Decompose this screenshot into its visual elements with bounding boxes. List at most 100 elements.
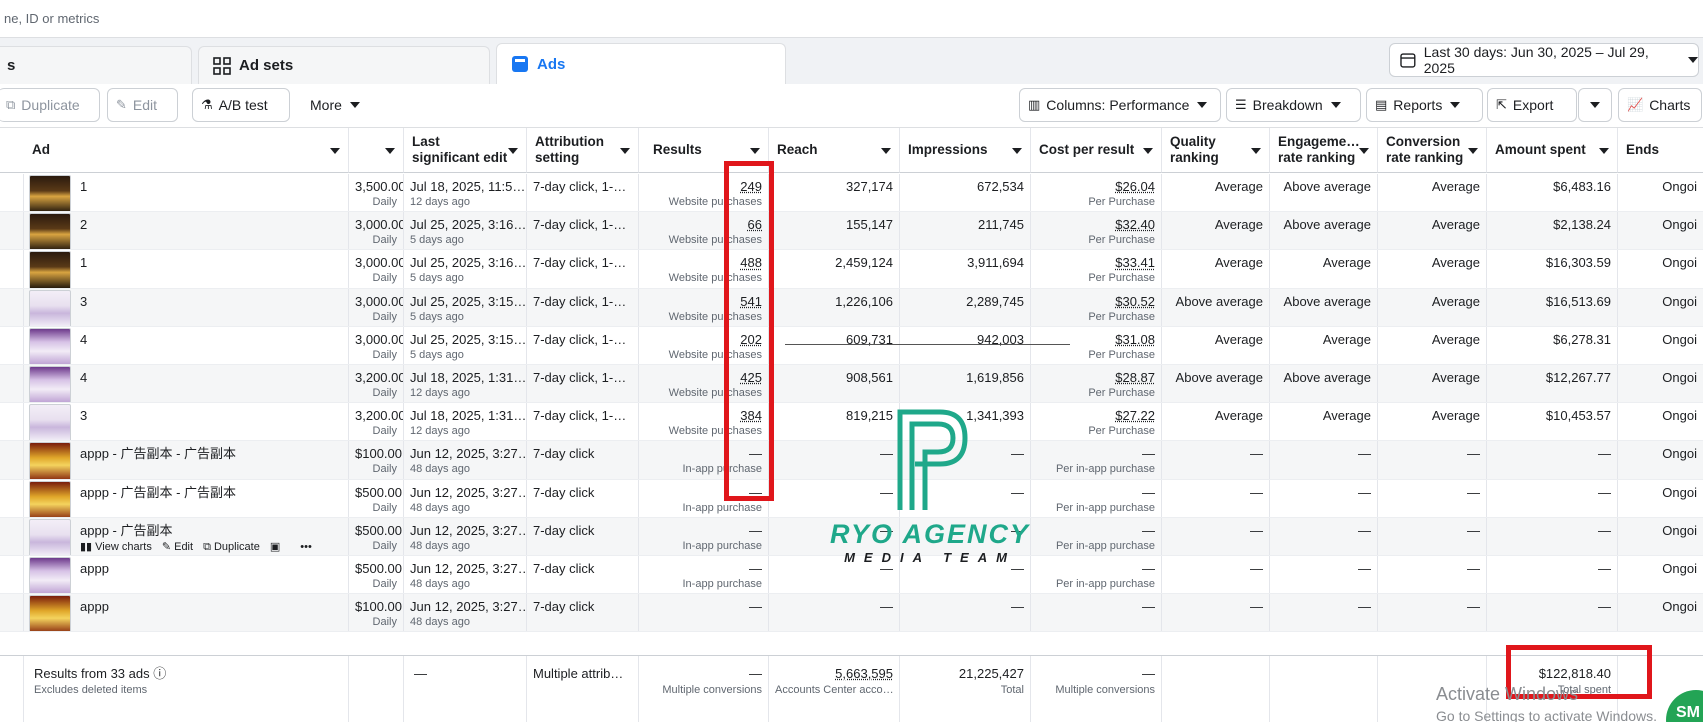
header-ends[interactable]: Ends — [1618, 128, 1703, 173]
header-impressions[interactable]: Impressions — [900, 128, 1031, 173]
breakdown-button[interactable]: ☰ Breakdown — [1226, 88, 1361, 122]
ad-thumbnail[interactable] — [29, 366, 71, 402]
table-row[interactable]: 4 3,000.00 Daily Jul 25, 2025, 3:15… 5 days … — [0, 327, 1703, 365]
row-checkbox[interactable] — [0, 289, 24, 326]
edit-button[interactable]: ✎ Edit — [107, 88, 178, 122]
ad-name[interactable]: 3 — [80, 408, 87, 424]
header-cost-per-result[interactable]: Cost per result — [1031, 128, 1162, 173]
ad-name-cell[interactable]: appp — [24, 556, 349, 593]
header-budget[interactable] — [349, 128, 404, 173]
table-row[interactable]: appp $100.00 Daily Jun 12, 2025, 3:27… 48 da… — [0, 594, 1703, 632]
table-row[interactable]: 1 3,500.00 Daily Jul 18, 2025, 11:5… 12 days… — [0, 174, 1703, 212]
row-checkbox[interactable] — [0, 518, 24, 555]
row-checkbox[interactable] — [0, 327, 24, 364]
cell-cpr[interactable]: $33.41 Per Purchase — [1031, 250, 1162, 287]
ad-name-cell[interactable]: 4 — [24, 327, 349, 364]
header-conversion-ranking[interactable]: Conversion rate ranking — [1378, 128, 1487, 173]
cell-conversion: — — [1378, 441, 1487, 478]
ad-name[interactable]: 4 — [80, 370, 87, 386]
preview-icon[interactable]: ▣ — [270, 541, 280, 553]
ad-name-cell[interactable]: 2 — [24, 212, 349, 249]
cell-cpr[interactable]: $26.04 Per Purchase — [1031, 174, 1162, 211]
ad-name[interactable]: appp - 广告副本 - 广告副本 — [80, 485, 236, 501]
tab-ads[interactable]: Ads — [496, 43, 786, 84]
ad-name-cell[interactable]: 4 — [24, 365, 349, 402]
ad-name[interactable]: appp - 广告副本 — [80, 523, 172, 539]
table-row[interactable]: 2 3,000.00 Daily Jul 25, 2025, 3:16… 5 days … — [0, 212, 1703, 250]
ad-name[interactable]: 4 — [80, 332, 87, 348]
edit-link[interactable]: ✎ Edit — [162, 541, 193, 553]
charts-button[interactable]: 📈 Charts — [1618, 88, 1702, 122]
more-button[interactable]: More — [302, 88, 374, 122]
row-checkbox[interactable] — [0, 174, 24, 211]
export-button[interactable]: ⇱ Export — [1487, 88, 1577, 122]
cell-cpr[interactable]: $32.40 Per Purchase — [1031, 212, 1162, 249]
row-checkbox[interactable] — [0, 365, 24, 402]
date-range-picker[interactable]: Last 30 days: Jun 30, 2025 – Jul 29, 202… — [1389, 43, 1699, 77]
columns-button[interactable]: ▥ Columns: Performance — [1019, 88, 1221, 122]
tab-campaigns[interactable]: s — [0, 46, 192, 84]
row-checkbox[interactable] — [0, 556, 24, 593]
search-input[interactable]: ne, ID or metrics — [4, 11, 99, 26]
ad-name[interactable]: appp — [80, 599, 109, 615]
ad-thumbnail[interactable] — [29, 404, 71, 440]
ad-name[interactable]: appp — [80, 561, 109, 577]
header-last-edit[interactable]: Last significant edit — [404, 128, 527, 173]
ad-name-cell[interactable]: 3 — [24, 403, 349, 440]
row-checkbox[interactable] — [0, 594, 24, 631]
row-checkbox[interactable] — [0, 250, 24, 287]
ad-name[interactable]: appp - 广告副本 - 广告副本 — [80, 446, 236, 462]
breakdown-icon: ☰ — [1235, 97, 1247, 113]
cell-cpr[interactable]: $31.08 Per Purchase — [1031, 327, 1162, 364]
ad-name-cell[interactable]: appp - 广告副本 ▮▮ View charts ✎ Edit ⧉ Duplica… — [24, 518, 349, 555]
ad-name-cell[interactable]: 1 — [24, 174, 349, 211]
view-charts-link[interactable]: ▮▮ View charts — [80, 541, 152, 553]
row-checkbox[interactable] — [0, 212, 24, 249]
cell-cpr[interactable]: $28.87 Per Purchase — [1031, 365, 1162, 402]
ad-name[interactable]: 1 — [80, 179, 87, 195]
ad-thumbnail[interactable] — [29, 290, 71, 326]
cell-cpr[interactable]: $27.22 Per Purchase — [1031, 403, 1162, 440]
duplicate-link[interactable]: ⧉ Duplicate — [203, 541, 260, 553]
ad-name-cell[interactable]: appp - 广告副本 - 广告副本 — [24, 441, 349, 478]
ad-name-cell[interactable]: 3 — [24, 289, 349, 326]
reports-button[interactable]: ▤ Reports — [1366, 88, 1483, 122]
select-all-column[interactable] — [0, 128, 27, 173]
footer-reach: 5,663,595 Accounts Center acco… — [769, 656, 900, 722]
row-checkbox[interactable] — [0, 441, 24, 478]
ad-thumbnail[interactable] — [29, 442, 71, 478]
table-row[interactable]: 4 3,200.00 Daily Jul 18, 2025, 1:31… 12 days… — [0, 365, 1703, 403]
ad-thumbnail[interactable] — [29, 557, 71, 593]
ad-thumbnail[interactable] — [29, 175, 71, 211]
tab-ad-sets[interactable]: Ad sets — [198, 46, 490, 84]
row-checkbox[interactable] — [0, 403, 24, 440]
table-row[interactable]: 3 3,000.00 Daily Jul 25, 2025, 3:15… 5 days … — [0, 289, 1703, 327]
ad-name[interactable]: 2 — [80, 217, 87, 233]
header-ad[interactable]: Ad — [24, 128, 349, 173]
header-attribution[interactable]: Attribution setting — [527, 128, 639, 173]
ad-thumbnail[interactable] — [29, 213, 71, 249]
search-bar[interactable]: ne, ID or metrics — [0, 0, 1703, 38]
export-menu-button[interactable] — [1578, 88, 1612, 122]
ad-thumbnail[interactable] — [29, 481, 71, 517]
ad-name-cell[interactable]: 1 — [24, 250, 349, 287]
ad-name-cell[interactable]: appp — [24, 594, 349, 631]
ad-name-cell[interactable]: appp - 广告副本 - 广告副本 — [24, 480, 349, 517]
header-quality-ranking[interactable]: Quality ranking — [1162, 128, 1270, 173]
ad-thumbnail[interactable] — [29, 251, 71, 287]
ad-name[interactable]: 3 — [80, 294, 87, 310]
header-engagement-ranking[interactable]: Engageme… rate ranking — [1270, 128, 1378, 173]
ad-thumbnail[interactable] — [29, 595, 71, 631]
ab-test-button[interactable]: ⚗ A/B test — [192, 88, 290, 122]
ad-name[interactable]: 1 — [80, 255, 87, 271]
ad-thumbnail[interactable] — [29, 519, 71, 555]
info-icon[interactable]: ⓘ — [153, 666, 166, 681]
table-row[interactable]: 1 3,000.00 Daily Jul 25, 2025, 3:16… 5 days … — [0, 250, 1703, 288]
cell-cpr[interactable]: $30.52 Per Purchase — [1031, 289, 1162, 326]
ad-thumbnail[interactable] — [29, 328, 71, 364]
row-checkbox[interactable] — [0, 480, 24, 517]
more-actions-icon[interactable]: ••• — [300, 541, 312, 553]
header-amount-spent[interactable]: Amount spent — [1487, 128, 1618, 173]
duplicate-button[interactable]: ⧉ Duplicate — [0, 88, 100, 122]
header-reach[interactable]: Reach — [769, 128, 900, 173]
